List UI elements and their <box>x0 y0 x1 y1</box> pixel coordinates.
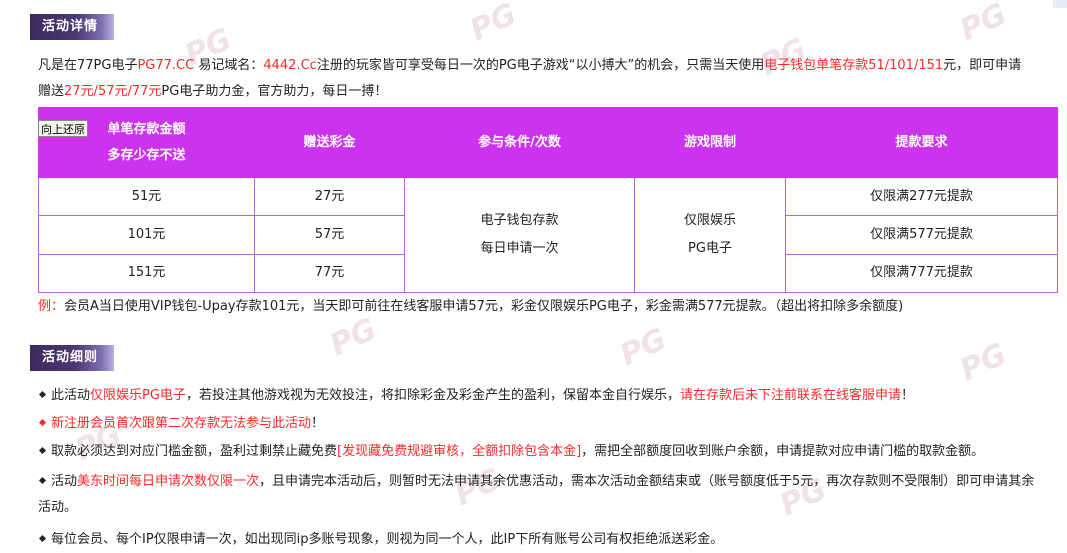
cell-withdraw: 仅限满577元提款 <box>785 215 1058 255</box>
intro-paragraph: 凡是在77PG电子PG77.CC 易记域名：4442.Cc注册的玩家皆可享受每日… <box>38 53 1058 105</box>
rule-highlight: 请在存款后未下注前联系在线客服申请 <box>679 388 901 403</box>
bullet-icon <box>38 446 47 455</box>
cell-deposit: 151元 <box>38 253 255 294</box>
intro-highlight: 电子钱包单笔存款51/101/151 <box>764 58 944 73</box>
intro-text: 注册的玩家皆可享受每日一次的PG电子游戏“以小搏大”的机会，只需当天使用 <box>316 58 765 73</box>
rule-highlight: 新注册会员首次跟第二次存款无法参与此活动 <box>51 416 312 431</box>
rule-text: ，且申请完本活动后，则暂时无法申请其余优惠活动，需本次活动金额结束或（账号额度低… <box>259 474 1035 489</box>
limit-line2: PG电子 <box>688 241 732 256</box>
rule-text: 活动 <box>51 474 78 489</box>
cell-condition: 电子钱包存款 每日申请一次 <box>404 177 635 293</box>
cell-game-limit: 仅限娱乐 PG电子 <box>634 177 786 293</box>
intro-text: 赠送 <box>38 84 65 99</box>
intro-text: 元，即可申请 <box>943 58 1022 73</box>
cell-withdraw: 仅限满277元提款 <box>785 176 1058 217</box>
cell-bonus: 57元 <box>254 215 405 255</box>
section-title-rules: 活动细则 <box>30 345 114 371</box>
example-text: 会员A当日使用VIP钱包-Upay存款101元，当天即可前往在线客服申请57元，… <box>64 299 904 314</box>
header-deposit: 单笔存款金额 多存少存不送 <box>38 107 255 178</box>
rule-text: ，若投注其他游戏视为无效投注，将扣除彩金及彩金产生的盈利，保留本金自行娱乐， <box>185 388 680 403</box>
cell-bonus: 77元 <box>254 253 405 294</box>
watermark: PG <box>464 0 522 49</box>
header-bonus: 赠送彩金 <box>254 107 405 178</box>
rule-item: 新注册会员首次跟第二次存款无法参与此活动！ <box>38 411 1060 437</box>
example-line: 例：会员A当日使用VIP钱包-Upay存款101元，当天即可前往在线客服申请57… <box>38 294 1058 320</box>
bonus-table: 单笔存款金额 多存少存不送 赠送彩金 参与条件/次数 游戏限制 提款要求 51元… <box>38 107 1058 294</box>
header-deposit-line2: 多存少存不送 <box>107 147 186 163</box>
section-title-details: 活动详情 <box>30 14 114 40</box>
condition-line1: 电子钱包存款 <box>480 213 559 228</box>
rule-text: 每位会员、每个IP仅限申请一次，如出现同ip多账号现象，则视为同一个人，此IP下… <box>51 532 724 547</box>
rule-item: 取款必须达到对应门槛金额，盈利过剩禁止藏免费[发现藏免费规避审核，全额扣除包含本… <box>38 439 1060 465</box>
intro-text: 易记域名： <box>194 58 264 73</box>
intro-text: PG电子助力金，官方助力，每日一搏！ <box>161 84 388 99</box>
restore-up-button[interactable]: 向上还原 <box>38 120 88 137</box>
rule-text: ！ <box>311 416 325 431</box>
table-header-row: 单笔存款金额 多存少存不送 赠送彩金 参与条件/次数 游戏限制 提款要求 <box>38 107 1058 178</box>
cell-withdraw: 仅限满777元提款 <box>785 253 1058 294</box>
bullet-icon <box>38 476 47 485</box>
rule-item: 此活动仅限娱乐PG电子，若投注其他游戏视为无效投注，将扣除彩金及彩金产生的盈利，… <box>38 383 1060 409</box>
example-label: 例： <box>38 299 65 314</box>
rule-highlight: 仅限娱乐PG电子 <box>90 388 186 403</box>
limit-line1: 仅限娱乐 <box>683 213 736 228</box>
rule-item: 活动美东时间每日申请次数仅限一次，且申请完本活动后，则暂时无法申请其余优惠活动，… <box>38 469 1060 521</box>
rule-text: ，需把全部额度回收到账户余额，申请提款对应申请门槛的取款金额。 <box>581 444 985 459</box>
watermark: PG <box>614 321 672 374</box>
scrollbar-corner <box>1053 0 1067 8</box>
rule-text: 此活动 <box>51 388 91 403</box>
cell-deposit: 101元 <box>38 215 255 255</box>
condition-line2: 每日申请一次 <box>480 241 559 256</box>
domain-alt-link[interactable]: 4442.Cc <box>263 58 316 73</box>
rule-highlight: [发现藏免费规避审核，全额扣除包含本金] <box>337 444 582 459</box>
watermark: PG <box>954 336 1012 389</box>
header-condition: 参与条件/次数 <box>404 107 635 178</box>
header-game-limit: 游戏限制 <box>634 107 786 178</box>
watermark: PG <box>954 0 1012 49</box>
rule-item: 每位会员、每个IP仅限申请一次，如出现同ip多账号现象，则视为同一个人，此IP下… <box>38 527 1060 553</box>
rule-highlight: 美东时间每日申请次数仅限一次 <box>77 474 260 489</box>
intro-text: 凡是在77PG电子 <box>38 58 138 73</box>
bullet-icon <box>38 390 47 399</box>
table-row: 51元 27元 电子钱包存款 每日申请一次 仅限娱乐 PG电子 仅限满277元提… <box>38 176 1058 293</box>
intro-highlight: 27元/57元/77元 <box>64 84 162 99</box>
domain-link[interactable]: PG77.CC <box>137 58 194 73</box>
header-withdraw: 提款要求 <box>785 107 1058 178</box>
rule-text: ！ <box>900 388 914 403</box>
bullet-icon <box>38 418 47 427</box>
rule-text: 取款必须达到对应门槛金额，盈利过剩禁止藏免费 <box>51 444 338 459</box>
cell-bonus: 27元 <box>254 176 405 217</box>
cell-deposit: 51元 <box>38 176 255 217</box>
rule-text: 活动。 <box>38 500 78 515</box>
